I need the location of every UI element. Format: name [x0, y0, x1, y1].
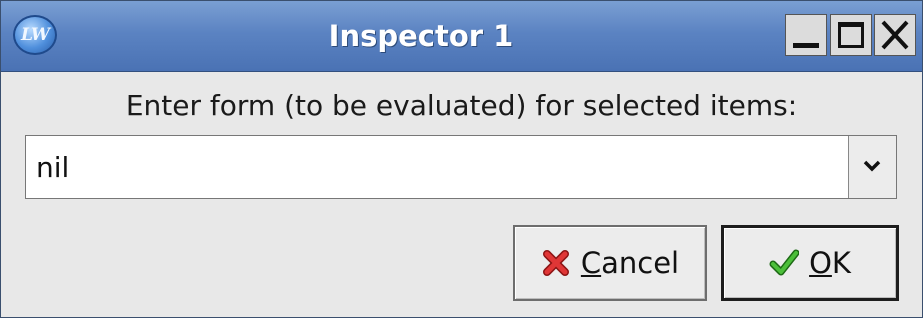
cancel-mnemonic: C — [580, 246, 602, 280]
prompt-label: Enter form (to be evaluated) for selecte… — [125, 89, 798, 122]
minimize-button[interactable] — [785, 14, 827, 56]
minimize-icon — [793, 43, 819, 48]
combo-dropdown-button[interactable] — [848, 136, 896, 198]
close-icon — [881, 20, 909, 50]
cancel-button[interactable]: Cancel — [513, 225, 707, 301]
title-bar[interactable]: LW Inspector 1 — [1, 1, 922, 72]
maximize-icon — [838, 22, 864, 48]
inspector-dialog: LW Inspector 1 Enter form (to be evaluat… — [0, 0, 923, 318]
window-title: Inspector 1 — [328, 19, 514, 53]
ok-mnemonic: O — [809, 246, 832, 280]
green-check-icon — [769, 249, 800, 276]
form-combobox[interactable] — [25, 135, 897, 199]
form-input[interactable] — [26, 136, 848, 198]
chevron-down-icon — [863, 160, 881, 172]
cancel-label-rest: ancel — [601, 246, 680, 280]
cancel-label: Cancel — [581, 246, 679, 280]
ok-label: OK — [809, 246, 851, 280]
maximize-button[interactable] — [830, 14, 872, 56]
ok-label-rest: K — [831, 246, 851, 280]
close-button[interactable] — [874, 14, 916, 56]
red-x-icon — [542, 250, 569, 276]
ok-button[interactable]: OK — [721, 225, 899, 301]
